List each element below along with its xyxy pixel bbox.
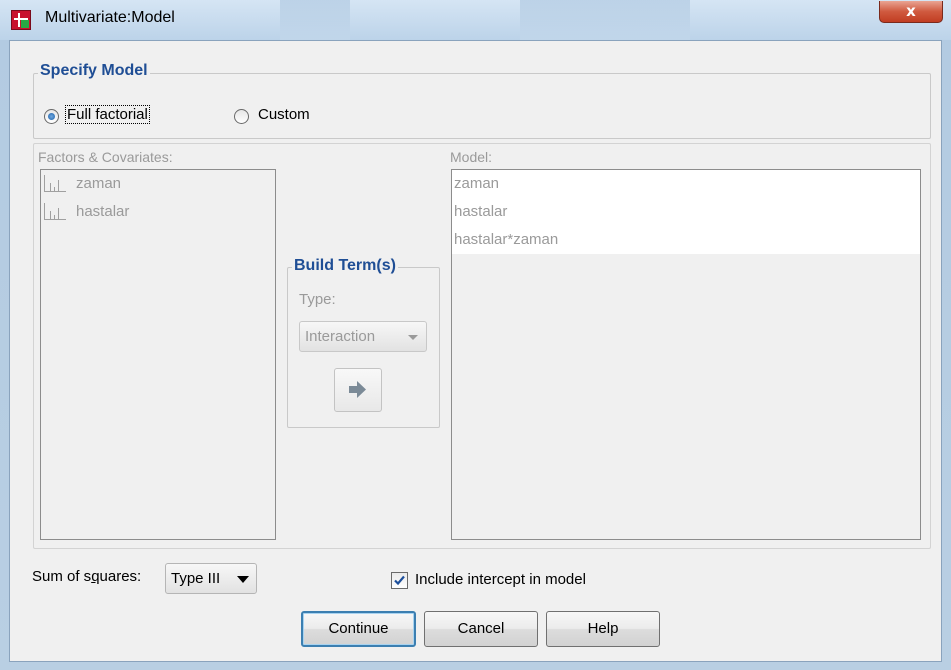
- scale-variable-icon: [44, 202, 66, 222]
- model-list[interactable]: zaman hastalar hastalar*zaman: [451, 169, 921, 540]
- build-terms-title: Build Term(s): [292, 257, 398, 275]
- sum-of-squares-value: Type III: [171, 570, 221, 587]
- full-factorial-radio[interactable]: [44, 109, 59, 124]
- term-type-dropdown[interactable]: Interaction: [299, 321, 427, 352]
- close-button[interactable]: x: [879, 1, 943, 23]
- cancel-button[interactable]: Cancel: [424, 611, 538, 647]
- sum-of-squares-dropdown[interactable]: Type III: [165, 563, 257, 594]
- model-item[interactable]: hastalar: [452, 198, 920, 226]
- factor-item-label: hastalar: [76, 203, 130, 220]
- scale-variable-icon: [44, 174, 66, 194]
- move-term-button[interactable]: [334, 368, 382, 412]
- model-label: Model:: [450, 149, 493, 165]
- factor-item-label: zaman: [76, 175, 122, 192]
- chevron-down-icon: [237, 576, 249, 583]
- specify-model-title: Specify Model: [38, 62, 150, 80]
- include-intercept-checkbox[interactable]: [391, 572, 408, 589]
- custom-label[interactable]: Custom: [258, 106, 310, 123]
- spss-dialog-icon: [11, 10, 31, 30]
- checkmark-icon: [394, 575, 405, 586]
- title-bar[interactable]: Multivariate:Model x: [0, 0, 951, 40]
- factors-covariates-list[interactable]: zaman hastalar: [40, 169, 276, 540]
- help-button[interactable]: Help: [546, 611, 660, 647]
- model-item[interactable]: zaman: [452, 170, 920, 198]
- factors-covariates-label: Factors & Covariates:: [38, 149, 173, 165]
- close-icon: x: [906, 2, 916, 20]
- chevron-down-icon: [408, 335, 418, 340]
- arrow-right-icon: [349, 381, 366, 398]
- factor-item-zaman[interactable]: zaman: [41, 170, 275, 198]
- include-intercept-label[interactable]: Include intercept in model: [415, 571, 586, 588]
- dialog-client-area: Specify Model Full factorial Custom Fact…: [9, 40, 942, 662]
- model-item[interactable]: hastalar*zaman: [452, 226, 920, 254]
- term-type-value: Interaction: [305, 328, 376, 345]
- dialog-window: Multivariate:Model x Specify Model Full …: [0, 0, 951, 670]
- full-factorial-label[interactable]: Full factorial: [65, 105, 150, 124]
- specify-model-group: Specify Model: [33, 62, 931, 139]
- sum-of-squares-label: Sum of squares:: [32, 568, 142, 585]
- custom-radio[interactable]: [234, 109, 249, 124]
- type-label: Type:: [299, 291, 336, 308]
- factor-item-hastalar[interactable]: hastalar: [41, 198, 275, 226]
- continue-button[interactable]: Continue: [301, 611, 416, 647]
- window-title: Multivariate:Model: [45, 9, 175, 26]
